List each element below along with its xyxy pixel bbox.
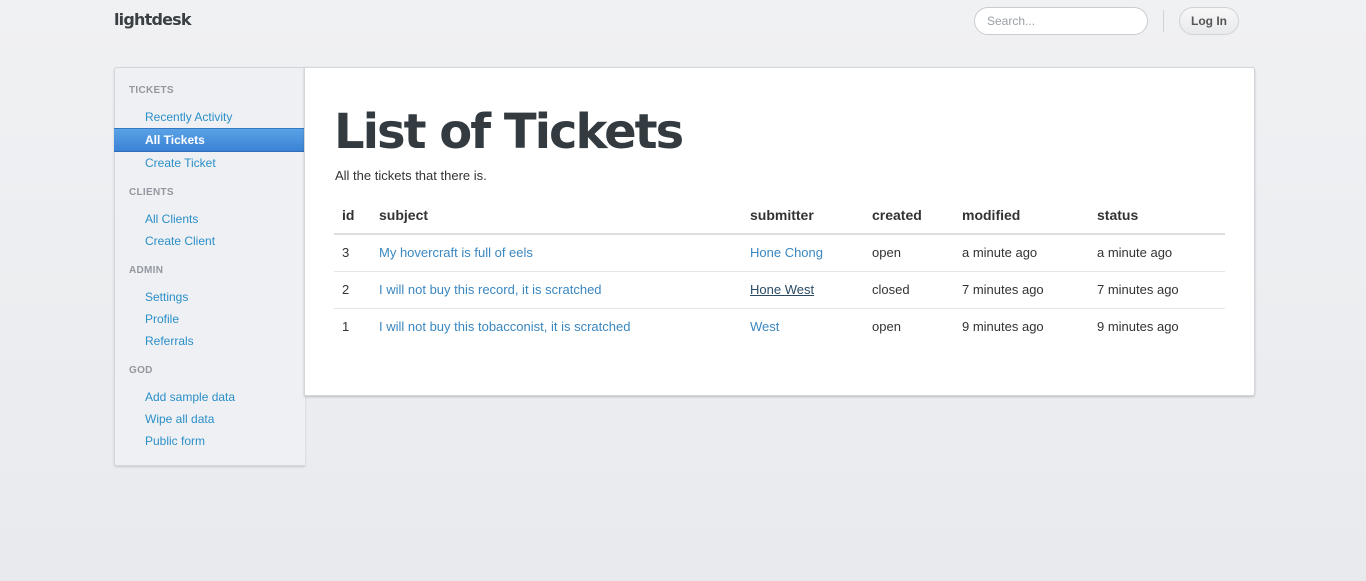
ticket-status: 9 minutes ago — [1097, 319, 1179, 335]
sidebar-item-all-clients[interactable]: All Clients — [115, 208, 305, 230]
login-button[interactable]: Log In — [1179, 7, 1239, 35]
ticket-created: closed — [864, 271, 954, 309]
nav-section-god: GOD — [129, 365, 153, 376]
table-row: 1 I will not buy this tobacconist, it is… — [334, 308, 1225, 345]
ticket-id: 1 — [342, 319, 350, 335]
brand-logo[interactable]: lightdesk — [114, 10, 192, 29]
ticket-status: 7 minutes ago — [1089, 271, 1225, 309]
column-header-created[interactable]: created — [864, 196, 954, 235]
sidebar-item-settings[interactable]: Settings — [115, 286, 305, 308]
ticket-created: open — [864, 234, 954, 272]
tickets-table: id subject submitter created modified st… — [334, 196, 1225, 345]
column-header-submitter[interactable]: submitter — [742, 196, 864, 235]
nav-section-clients: CLIENTS — [129, 187, 174, 198]
nav-section-tickets: TICKETS — [129, 85, 174, 96]
top-bar: lightdesk Log In — [0, 0, 1366, 42]
sidebar-item-create-ticket[interactable]: Create Ticket — [115, 152, 305, 174]
sidebar-item-all-tickets[interactable]: All Tickets — [114, 128, 305, 152]
table-row: 3 My hovercraft is full of eels Hone Cho… — [334, 234, 1225, 272]
nav-section-admin: ADMIN — [129, 265, 164, 276]
sidebar-item-add-sample-data[interactable]: Add sample data — [115, 386, 305, 408]
ticket-submitter-link[interactable]: Hone Chong — [750, 245, 823, 260]
search-input[interactable] — [974, 7, 1148, 35]
sidebar-item-public-form[interactable]: Public form — [115, 430, 305, 452]
ticket-id: 3 — [334, 234, 371, 272]
ticket-modified: a minute ago — [954, 234, 1089, 272]
ticket-subject-link[interactable]: My hovercraft is full of eels — [379, 245, 533, 260]
table-header-row: id subject submitter created modified st… — [334, 196, 1225, 235]
ticket-status: a minute ago — [1089, 234, 1225, 272]
ticket-created: open — [872, 319, 901, 335]
ticket-modified: 9 minutes ago — [962, 319, 1044, 335]
sidebar-item-recent-activity[interactable]: Recently Activity — [115, 106, 305, 128]
sidebar-item-wipe-all-data[interactable]: Wipe all data — [115, 408, 305, 430]
ticket-modified: 7 minutes ago — [954, 271, 1089, 309]
column-header-subject[interactable]: subject — [371, 196, 742, 235]
ticket-submitter-link[interactable]: Hone West — [750, 282, 814, 297]
sidebar-item-profile[interactable]: Profile — [115, 308, 305, 330]
sidebar-nav: TICKETS Recently Activity All Tickets Cr… — [114, 67, 305, 466]
sidebar-item-referrals[interactable]: Referrals — [115, 330, 305, 352]
header-divider — [1163, 10, 1164, 32]
sidebar-item-create-client[interactable]: Create Client — [115, 230, 305, 252]
page-title: List of Tickets — [334, 104, 684, 160]
page-description: All the tickets that there is. — [335, 168, 487, 183]
ticket-id: 2 — [334, 271, 371, 309]
column-header-status[interactable]: status — [1089, 196, 1225, 235]
column-header-id[interactable]: id — [334, 196, 371, 235]
column-header-modified[interactable]: modified — [954, 196, 1089, 235]
ticket-subject-link[interactable]: I will not buy this record, it is scratc… — [379, 282, 602, 297]
table-row: 2 I will not buy this record, it is scra… — [334, 271, 1225, 309]
ticket-subject-link[interactable]: I will not buy this tobacconist, it is s… — [379, 319, 630, 334]
main-content: List of Tickets All the tickets that the… — [304, 67, 1255, 396]
ticket-submitter-link[interactable]: West — [750, 319, 779, 334]
